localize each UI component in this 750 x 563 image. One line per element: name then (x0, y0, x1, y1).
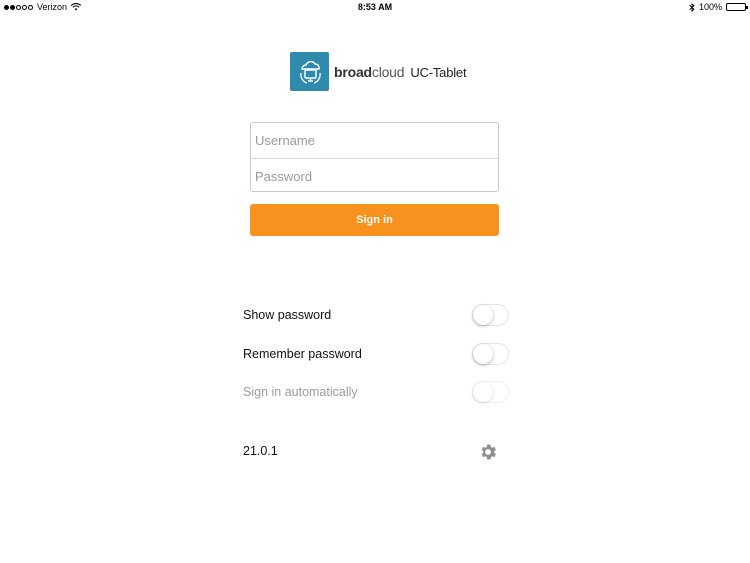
remember-password-toggle[interactable] (472, 343, 509, 365)
auto-sign-in-toggle (472, 381, 509, 403)
app-logo: broadcloud UC-Tablet (290, 52, 467, 91)
sign-in-button[interactable]: Sign in (250, 204, 499, 236)
battery-percent: 100% (698, 2, 722, 12)
login-screen: Verizon 8:53 AM 100% broadcloud UC-Table… (0, 0, 750, 563)
product-name: UC-Tablet (410, 64, 467, 80)
bluetooth-icon (689, 2, 695, 12)
auto-sign-in-label: Sign in automatically (243, 385, 358, 399)
brand-name: broadcloud UC-Tablet (334, 63, 467, 80)
username-input[interactable] (255, 133, 498, 148)
gear-icon[interactable] (478, 442, 498, 462)
show-password-row: Show password (243, 303, 509, 327)
status-time: 8:53 AM (357, 2, 393, 12)
version-label: 21.0.1 (243, 444, 278, 458)
remember-password-label: Remember password (243, 347, 362, 361)
username-row (251, 123, 498, 158)
battery-icon (726, 3, 748, 11)
show-password-label: Show password (243, 308, 332, 322)
broadcloud-logo-icon (290, 52, 329, 91)
remember-password-row: Remember password (243, 342, 509, 366)
status-right: 100% (689, 2, 748, 12)
login-form (250, 122, 499, 192)
show-password-toggle[interactable] (472, 304, 509, 326)
password-input[interactable] (255, 168, 498, 184)
brand-bold: broad (334, 63, 372, 80)
password-row (251, 158, 498, 193)
status-bar: Verizon 8:53 AM 100% (0, 0, 750, 16)
brand-thin: cloud (371, 63, 405, 80)
auto-sign-in-row: Sign in automatically (243, 380, 509, 404)
